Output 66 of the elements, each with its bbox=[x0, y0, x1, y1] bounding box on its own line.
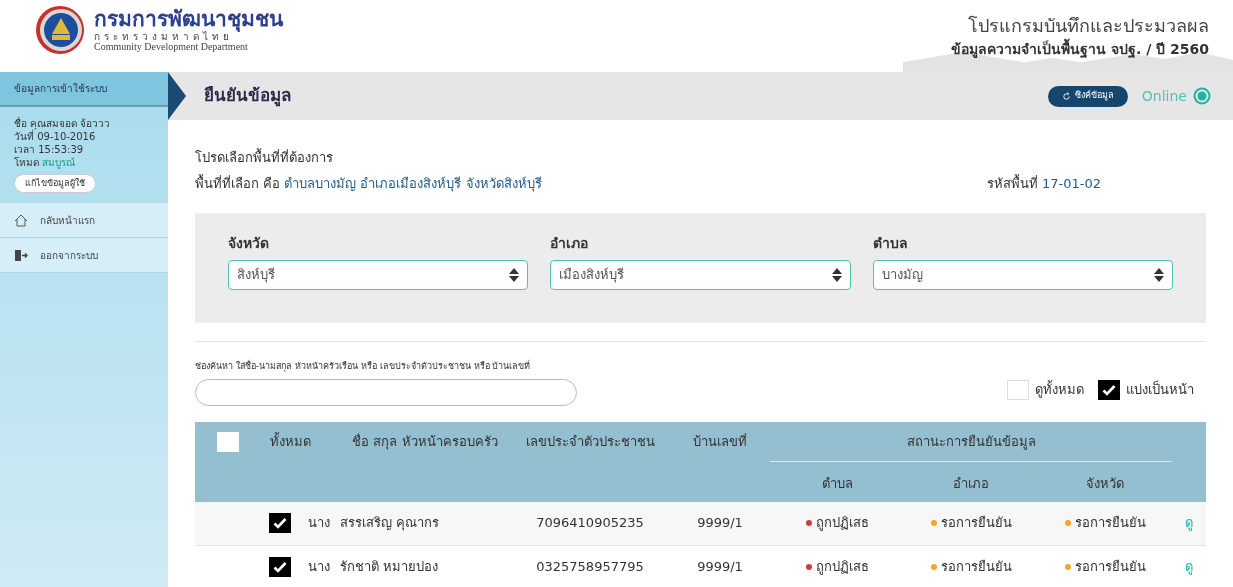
table-cell-text: 9999/1 bbox=[696, 558, 744, 577]
sidebar-heading: ข้อมูลการเข้าใช้ระบบ bbox=[0, 72, 168, 107]
search-field[interactable] bbox=[195, 378, 577, 406]
sort-arrows-icon bbox=[1154, 268, 1164, 282]
checkbox[interactable] bbox=[1007, 379, 1029, 400]
column-header: เลขประจำตัวประชาชน bbox=[524, 432, 656, 451]
dropdown[interactable]: บางมัญ bbox=[872, 260, 1173, 290]
checkbox[interactable] bbox=[269, 557, 291, 577]
checkbox[interactable] bbox=[269, 513, 291, 533]
page-title: ยืนยันข้อมูล bbox=[204, 84, 291, 109]
checkmark-icon bbox=[1102, 383, 1116, 396]
table-cell-text: นาง bbox=[307, 514, 331, 533]
refresh-icon bbox=[1061, 91, 1071, 101]
column-group-header: สถานะการยืนยันข้อมูล bbox=[770, 421, 1172, 462]
column-header: บ้านเลขที่ bbox=[692, 432, 748, 451]
user-info-line: ชื่อ คุณสมจอด จ้อววว bbox=[14, 117, 112, 130]
column-header: จังหวัด bbox=[1085, 475, 1125, 493]
table-cell-text: 7096410905235 bbox=[535, 514, 645, 533]
checkmark-icon bbox=[273, 517, 287, 529]
checkbox[interactable] bbox=[217, 431, 239, 452]
table-cell-text: รักชาติ หมายปอง bbox=[340, 558, 440, 577]
table-cell-text: สรรเสริญ คุณากร bbox=[340, 514, 441, 533]
table-cell-text: 0325758957795 bbox=[535, 558, 645, 577]
connection-status: Online bbox=[1141, 86, 1187, 106]
filter-label: จังหวัด bbox=[228, 234, 270, 253]
status-text: รอการยืนยัน bbox=[1074, 558, 1146, 577]
chevron-icon bbox=[168, 72, 186, 120]
filter-label: อำเภอ bbox=[550, 234, 590, 253]
checkbox[interactable] bbox=[1098, 379, 1120, 400]
table-cell-text: 9999/1 bbox=[696, 514, 744, 533]
status-text: รอการยืนยัน bbox=[940, 514, 1012, 533]
area-prompt: โปรดเลือกพื้นที่ที่ต้องการ bbox=[195, 148, 334, 167]
edit-user-button[interactable]: แก้ไขข้อมูลผู้ใช้ bbox=[14, 174, 96, 193]
program-title: โปรแกรมบันทึกและประมวลผล bbox=[968, 14, 1209, 38]
column-header: ตำบล bbox=[820, 475, 854, 493]
filter-label: ตำบล bbox=[872, 234, 909, 253]
selected-area: พื้นที่ที่เลือก คือ ตำบลบางมัญ อำเภอเมืองสิงห์บุรี จังหวัดสิงห์บุรี bbox=[195, 173, 542, 193]
sidebar-item[interactable]: กลับหน้าแรก bbox=[0, 203, 168, 238]
user-info-line: โหมด สมบูรณ์ bbox=[14, 156, 77, 169]
dropdown[interactable]: เมืองสิงห์บุรี bbox=[550, 260, 851, 290]
user-info-line: เวลา 15:53:39 bbox=[14, 143, 85, 156]
checkbox-label: แบ่งเป็นหน้า bbox=[1126, 379, 1194, 399]
checkbox-label: ดูทั้งหมด bbox=[1035, 379, 1084, 400]
column-header: อำเภอ bbox=[952, 475, 990, 493]
status-text: รอการยืนยัน bbox=[940, 558, 1012, 577]
sidebar-item[interactable]: ออกจากระบบ bbox=[0, 238, 168, 273]
table-cell-text: นาง bbox=[307, 558, 331, 577]
status-text: ถูกปฏิเสธ bbox=[815, 558, 869, 577]
program-subtitle: ข้อมูลความจำเป็นพื้นฐาน จปฐ. / ปี 2560 bbox=[951, 39, 1209, 60]
sort-arrows-icon bbox=[831, 268, 842, 282]
home-icon bbox=[14, 213, 28, 227]
org-english: Community Development Department bbox=[94, 41, 249, 52]
search-label: ช่องค้นหา ใส่ชื่อ-นามสกุล หัวหน้าครัวเรือน หรือ เลขประจำตัวประชาชน หรือ บ้านเลขที่ bbox=[195, 360, 532, 374]
column-header: ทั้งหมด bbox=[268, 431, 312, 451]
column-header: ชื่อ สกุล หัวหน้าครอบครัว bbox=[351, 432, 499, 452]
sort-arrows-icon bbox=[509, 268, 520, 282]
org-name: กรมการพัฒนาชุมชน bbox=[94, 8, 283, 30]
status-text: รอการยืนยัน bbox=[1074, 514, 1146, 533]
area-code: รหัสพื้นที่ 17-01-02 bbox=[986, 173, 1101, 193]
user-info-line: วันที่ 09-10-2016 bbox=[14, 130, 97, 143]
org-ministry: กระทรวงมหาดไทย bbox=[94, 31, 233, 42]
status-text: ถูกปฏิเสธ bbox=[815, 514, 869, 533]
door-exit-icon bbox=[14, 248, 28, 262]
dropdown[interactable]: สิงห์บุรี bbox=[228, 260, 529, 290]
sync-button[interactable]: ซิงค์ข้อมูล bbox=[1047, 85, 1128, 107]
checkmark-icon bbox=[273, 561, 287, 573]
